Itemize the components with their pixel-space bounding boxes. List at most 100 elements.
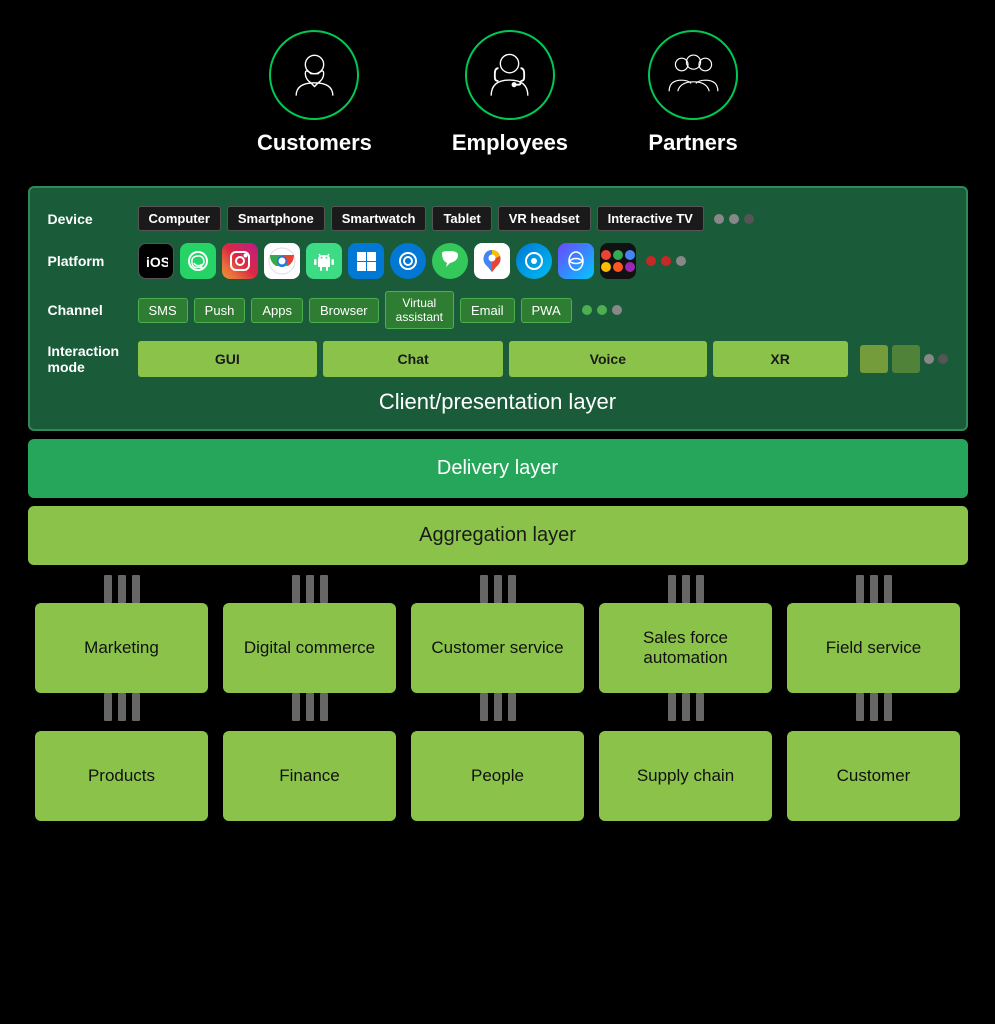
client-presentation-layer: Device Computer Smartphone Smartwatch Ta… [28,186,968,431]
chrome-icon [268,247,296,275]
employees-svg [482,48,537,103]
connector-top-cs [404,573,592,603]
interaction-gui: GUI [138,341,318,377]
c4 [601,262,611,272]
dot3 [744,214,754,224]
ios-icon: iOS [144,249,168,273]
platform-dots [646,256,686,266]
channel-browser: Browser [309,298,379,323]
stripe30 [884,693,892,721]
channel-apps: Apps [251,298,303,323]
box-customer-service: Customer service [411,603,584,693]
stripe21 [696,575,704,603]
stripe20 [682,575,690,603]
connector-top-marketing [28,573,216,603]
platform-chrome [264,243,300,279]
platform-instagram [222,243,258,279]
idot1 [924,354,934,364]
stripe28 [856,693,864,721]
aggregation-layer: Aggregation layer [28,506,968,565]
customers-svg [287,48,342,103]
stripe6 [132,693,140,721]
channel-items: SMS Push Apps Browser Virtualassistant E… [138,291,622,329]
box-digital-commerce: Digital commerce [223,603,396,693]
stripe25 [856,575,864,603]
box-supply-chain: Supply chain [599,731,772,821]
stripe10 [292,693,300,721]
box-sfa-wrapper: Sales force automation [592,573,780,723]
interaction-label: Interactionmode [48,343,128,375]
interaction-xr: XR [713,341,848,377]
channel-dots [582,305,622,315]
platform-whatsapp [180,243,216,279]
maps-icon [479,248,505,274]
stripe8 [306,575,314,603]
box-finance: Finance [223,731,396,821]
stripe3 [132,575,140,603]
channel-push: Push [194,298,246,323]
connector-bottom-cs [404,693,592,723]
employees-icon-circle [465,30,555,120]
device-tablet: Tablet [432,206,491,231]
stripe15 [508,575,516,603]
device-smartphone: Smartphone [227,206,325,231]
extra-box2 [892,345,920,373]
siri-icon [565,250,587,272]
stripe23 [682,693,690,721]
android-icon [312,249,336,273]
platform-row: Platform iOS [48,243,948,279]
channel-sms: SMS [138,298,188,323]
customers-label: Customers [257,130,372,156]
partners-label: Partners [648,130,737,156]
stripe11 [306,693,314,721]
customers-icon-circle [269,30,359,120]
architecture-diagram: Device Computer Smartphone Smartwatch Ta… [28,186,968,821]
stripe5 [118,693,126,721]
platform-android [306,243,342,279]
box-finance-wrapper: Finance [216,731,404,821]
connector-top-dc [216,573,404,603]
connector-top-fs [780,573,968,603]
channel-email: Email [460,298,515,323]
whatsapp-icon [186,249,210,273]
extra-box1 [860,345,888,373]
interaction-items: GUI Chat Voice XR [138,341,948,377]
box-field-service: Field service [787,603,960,693]
idot2 [938,354,948,364]
stripe14 [494,575,502,603]
connector-bottom-sfa [592,693,780,723]
platform-imessage [432,243,468,279]
svg-text:iOS: iOS [146,254,168,270]
channel-va: Virtualassistant [385,291,454,329]
box-digital-commerce-wrapper: Digital commerce [216,573,404,723]
platform-items: iOS [138,243,686,279]
stripe24 [696,693,704,721]
interaction-extra [860,345,948,373]
channel-row: Channel SMS Push Apps Browser Virtualass… [48,291,948,329]
box-people: People [411,731,584,821]
platform-cortana2 [516,243,552,279]
c3 [625,250,635,260]
connector-bottom-fs [780,693,968,723]
interaction-voice: Voice [509,341,707,377]
device-items: Computer Smartphone Smartwatch Tablet VR… [138,206,754,231]
device-smartwatch: Smartwatch [331,206,427,231]
channel-label: Channel [48,302,128,318]
windows-icon [355,250,377,272]
dot2 [729,214,739,224]
misc-grid [601,250,635,272]
box-products: Products [35,731,208,821]
box-marketing-wrapper: Marketing [28,573,216,723]
platform-maps [474,243,510,279]
stripe29 [870,693,878,721]
cortana2-icon [523,250,545,272]
partners-icon-circle [648,30,738,120]
box-supply-chain-wrapper: Supply chain [592,731,780,821]
pdot1 [646,256,656,266]
persona-customers: Customers [257,30,372,156]
stripe13 [480,575,488,603]
pdot3 [676,256,686,266]
c6 [625,262,635,272]
device-tv: Interactive TV [597,206,704,231]
stripe7 [292,575,300,603]
